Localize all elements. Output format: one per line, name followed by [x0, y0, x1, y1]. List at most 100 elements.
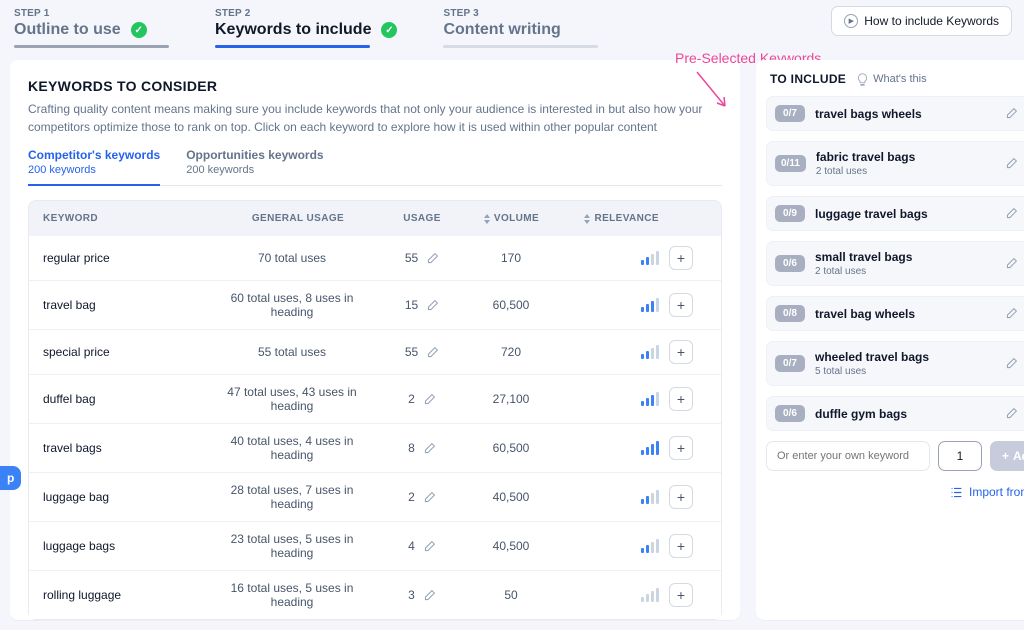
add-row-button[interactable]: +	[669, 436, 693, 460]
table-header-row: KEYWORD GENERAL USAGE USAGE VOLUME RELEV…	[29, 201, 721, 236]
step-label: STEP 3	[443, 8, 598, 19]
step-3[interactable]: STEP 3 Content writing	[443, 8, 598, 48]
keyword-cell: luggage bag	[43, 490, 213, 504]
include-keyword-name: duffle gym bags	[815, 407, 1005, 421]
edit-icon[interactable]	[423, 491, 436, 504]
panel-description: Crafting quality content means making su…	[28, 100, 722, 136]
col-keyword[interactable]: KEYWORD	[43, 213, 213, 224]
edit-icon[interactable]	[423, 393, 436, 406]
col-general-usage[interactable]: GENERAL USAGE	[213, 213, 383, 224]
edit-icon[interactable]	[423, 442, 436, 455]
include-item[interactable]: 0/6 small travel bags2 total uses	[766, 241, 1024, 286]
relevance-bars	[641, 392, 659, 406]
table-row[interactable]: luggage bags 23 total uses, 5 uses in he…	[29, 521, 721, 570]
to-include-title: TO INCLUDE	[770, 72, 846, 86]
keyword-cell: travel bag	[43, 298, 213, 312]
table-row[interactable]: duffel bag 47 total uses, 43 uses in hea…	[29, 374, 721, 423]
check-icon: ✓	[131, 22, 147, 38]
lightbulb-icon	[856, 73, 869, 86]
edit-icon[interactable]	[1005, 257, 1018, 270]
include-keyword-name: wheeled travel bags	[815, 350, 1005, 364]
edit-icon[interactable]	[1005, 157, 1018, 170]
add-row-button[interactable]: +	[669, 246, 693, 270]
add-keyword-button[interactable]: + Add	[990, 441, 1024, 471]
side-tab[interactable]: p	[0, 466, 21, 490]
keyword-cell: special price	[43, 345, 213, 359]
how-to-label: How to include Keywords	[864, 14, 999, 28]
edit-icon[interactable]	[426, 299, 439, 312]
include-keyword-sub: 5 total uses	[815, 366, 1005, 377]
step-1[interactable]: STEP 1 Outline to use✓	[14, 8, 169, 48]
general-usage-cell: 23 total uses, 5 uses in heading	[213, 532, 383, 560]
volume-cell: 170	[461, 251, 561, 265]
tab-0[interactable]: Competitor's keywords200 keywords	[28, 148, 160, 186]
include-item[interactable]: 0/7 wheeled travel bags5 total uses	[766, 341, 1024, 386]
col-usage[interactable]: USAGE	[383, 213, 461, 224]
keyword-cell: regular price	[43, 251, 213, 265]
edit-icon[interactable]	[1005, 307, 1018, 320]
volume-cell: 60,500	[461, 298, 561, 312]
usage-cell: 2	[383, 392, 461, 406]
table-row[interactable]: special price 55 total uses 55 720 +	[29, 329, 721, 374]
table-row[interactable]: luggage bag 28 total uses, 7 uses in hea…	[29, 472, 721, 521]
add-row-button[interactable]: +	[669, 340, 693, 364]
table-row[interactable]: travel bags 40 total uses, 4 uses in hea…	[29, 423, 721, 472]
usage-badge: 0/6	[775, 405, 805, 422]
edit-icon[interactable]	[426, 346, 439, 359]
general-usage-cell: 40 total uses, 4 uses in heading	[213, 434, 383, 462]
edit-icon[interactable]	[1005, 357, 1018, 370]
tab-1[interactable]: Opportunities keywords200 keywords	[186, 148, 323, 185]
edit-icon[interactable]	[1005, 407, 1018, 420]
how-to-button[interactable]: ▶ How to include Keywords	[831, 6, 1012, 36]
keyword-cell: duffel bag	[43, 392, 213, 406]
annotation-arrow-icon	[695, 70, 735, 112]
edit-icon[interactable]	[423, 540, 436, 553]
keyword-count-input[interactable]	[938, 441, 982, 471]
include-keyword-name: travel bags wheels	[815, 107, 1005, 121]
whats-this-link[interactable]: What's this	[856, 73, 926, 86]
add-row-button[interactable]: +	[669, 583, 693, 607]
edit-icon[interactable]	[426, 252, 439, 265]
general-usage-cell: 47 total uses, 43 uses in heading	[213, 385, 383, 413]
edit-icon[interactable]	[1005, 107, 1018, 120]
edit-icon[interactable]	[1005, 207, 1018, 220]
table-row[interactable]: travel bag 60 total uses, 8 uses in head…	[29, 280, 721, 329]
usage-cell: 15	[383, 298, 461, 312]
add-row-button[interactable]: +	[669, 293, 693, 317]
check-icon: ✓	[381, 22, 397, 38]
add-row-button[interactable]: +	[669, 534, 693, 558]
usage-badge: 0/7	[775, 105, 805, 122]
import-from-list-link[interactable]: Import from list	[766, 485, 1024, 499]
keyword-tabs: Competitor's keywords200 keywords Opportu…	[28, 148, 722, 186]
step-label: STEP 1	[14, 8, 169, 19]
relevance-bars	[641, 251, 659, 265]
include-item[interactable]: 0/6 duffle gym bags	[766, 396, 1024, 431]
table-row[interactable]: regular price 70 total uses 55 170 +	[29, 236, 721, 280]
relevance-bars	[641, 298, 659, 312]
general-usage-cell: 28 total uses, 7 uses in heading	[213, 483, 383, 511]
edit-icon[interactable]	[423, 589, 436, 602]
include-item[interactable]: 0/9 luggage travel bags	[766, 196, 1024, 231]
sort-icon	[483, 214, 491, 224]
general-usage-cell: 55 total uses	[213, 345, 383, 359]
general-usage-cell: 60 total uses, 8 uses in heading	[213, 291, 383, 319]
table-row[interactable]: rolling luggage 16 total uses, 5 uses in…	[29, 570, 721, 619]
keywords-to-consider-panel: KEYWORDS TO CONSIDER Crafting quality co…	[10, 60, 740, 620]
include-item[interactable]: 0/7 travel bags wheels	[766, 96, 1024, 131]
relevance-bars	[641, 490, 659, 504]
step-2[interactable]: STEP 2 Keywords to include✓	[215, 8, 397, 48]
col-volume[interactable]: VOLUME	[461, 213, 561, 224]
stepper-header: STEP 1 Outline to use✓ STEP 2 Keywords t…	[0, 0, 1024, 60]
include-keyword-name: fabric travel bags	[816, 150, 1005, 164]
add-row-button[interactable]: +	[669, 485, 693, 509]
col-relevance[interactable]: RELEVANCE	[561, 213, 669, 224]
custom-keyword-input[interactable]	[766, 441, 930, 471]
usage-cell: 55	[383, 251, 461, 265]
include-item[interactable]: 0/11 fabric travel bags2 total uses	[766, 141, 1024, 186]
include-item[interactable]: 0/8 travel bag wheels	[766, 296, 1024, 331]
usage-badge: 0/11	[775, 155, 806, 172]
add-row-button[interactable]: +	[669, 387, 693, 411]
general-usage-cell: 16 total uses, 5 uses in heading	[213, 581, 383, 609]
usage-cell: 55	[383, 345, 461, 359]
include-keyword-name: travel bag wheels	[815, 307, 1005, 321]
